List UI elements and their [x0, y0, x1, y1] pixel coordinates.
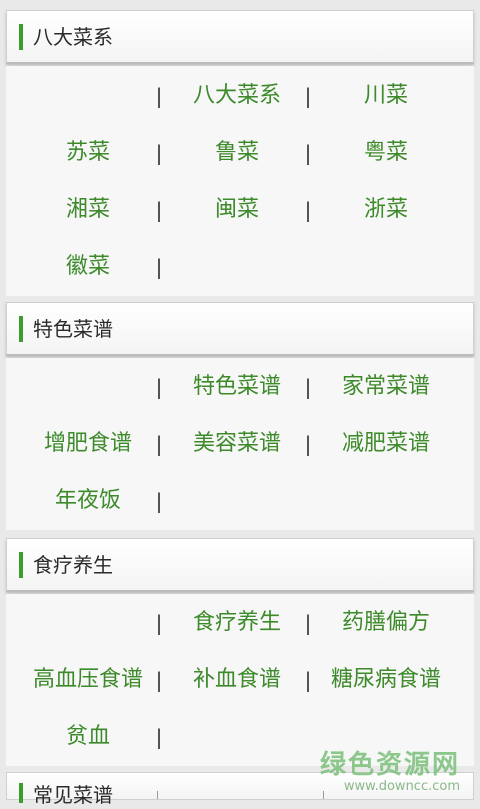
category-item[interactable]: 增肥食谱: [18, 429, 158, 459]
separator: |: [304, 198, 312, 222]
category-item[interactable]: 高血压食谱: [18, 665, 158, 695]
category-item[interactable]: 家常菜谱: [316, 372, 456, 402]
section-shi-liao-yang-sheng: 食疗养生 | 食疗养生 | 药膳偏方 高血压食谱 | 补血食谱 | 糖尿病食谱 …: [6, 538, 474, 766]
category-item[interactable]: 糖尿病食谱: [316, 665, 456, 695]
separator: |: [155, 489, 163, 513]
watermark-logo: 绿色资源网 www.downcc.com: [320, 744, 460, 794]
category-item[interactable]: 贫血: [18, 722, 158, 752]
category-item[interactable]: 特色菜谱: [167, 372, 307, 402]
separator: |: [304, 84, 312, 108]
category-item[interactable]: 食疗养生: [167, 608, 307, 638]
category-item[interactable]: 苏菜: [18, 138, 158, 168]
section-accent-bar: [19, 316, 23, 342]
separator: |: [155, 141, 163, 165]
section-title: 食疗养生: [33, 553, 113, 577]
category-item[interactable]: 徽菜: [18, 252, 158, 282]
section-header[interactable]: 食疗养生: [6, 538, 474, 592]
category-item[interactable]: 川菜: [316, 81, 456, 111]
section-accent-bar: [19, 783, 23, 803]
separator: |: [304, 432, 312, 456]
separator: |: [155, 432, 163, 456]
watermark-url: www.downcc.com: [343, 779, 460, 794]
section-grid: | 八大菜系 | 川菜 苏菜 | 鲁菜 | 粤菜 湘菜 | 闽菜 | 浙菜 徽菜…: [6, 66, 474, 296]
category-item[interactable]: 美容菜谱: [167, 429, 307, 459]
category-item[interactable]: 八大菜系: [167, 81, 307, 111]
category-item[interactable]: 补血食谱: [167, 665, 307, 695]
section-header[interactable]: 八大菜系: [6, 10, 474, 64]
separator: |: [155, 84, 163, 108]
section-title: 八大菜系: [33, 25, 113, 49]
separator: |: [155, 255, 163, 279]
separator: |: [155, 725, 163, 749]
separator: |: [155, 375, 163, 399]
separator: |: [155, 668, 163, 692]
separator: |: [304, 141, 312, 165]
section-title: 常见菜谱: [33, 783, 113, 807]
watermark-text: 绿色资源网: [319, 750, 460, 780]
category-item[interactable]: 药膳偏方: [316, 608, 456, 638]
section-title: 特色菜谱: [33, 317, 113, 341]
section-ba-da-cai-xi: 八大菜系 | 八大菜系 | 川菜 苏菜 | 鲁菜 | 粤菜 湘菜 | 闽菜 | …: [6, 10, 474, 296]
section-grid: | 特色菜谱 | 家常菜谱 增肥食谱 | 美容菜谱 | 减肥菜谱 年夜饭 |: [6, 358, 474, 530]
separator: |: [155, 198, 163, 222]
separator: |: [304, 611, 312, 635]
category-item[interactable]: 减肥菜谱: [316, 429, 456, 459]
section-header[interactable]: 特色菜谱: [6, 302, 474, 356]
separator: |: [304, 668, 312, 692]
category-item[interactable]: 粤菜: [316, 138, 456, 168]
section-accent-bar: [19, 24, 23, 50]
section-grid: | 食疗养生 | 药膳偏方 高血压食谱 | 补血食谱 | 糖尿病食谱 贫血 |: [6, 594, 474, 766]
section-accent-bar: [19, 552, 23, 578]
category-item[interactable]: 年夜饭: [18, 486, 158, 516]
separator: |: [155, 611, 163, 635]
separator: |: [304, 375, 312, 399]
category-item[interactable]: 浙菜: [316, 195, 456, 225]
section-te-se-cai-pu: 特色菜谱 | 特色菜谱 | 家常菜谱 增肥食谱 | 美容菜谱 | 减肥菜谱 年夜…: [6, 302, 474, 530]
category-item[interactable]: 鲁菜: [167, 138, 307, 168]
category-item[interactable]: 湘菜: [18, 195, 158, 225]
category-item[interactable]: 闽菜: [167, 195, 307, 225]
